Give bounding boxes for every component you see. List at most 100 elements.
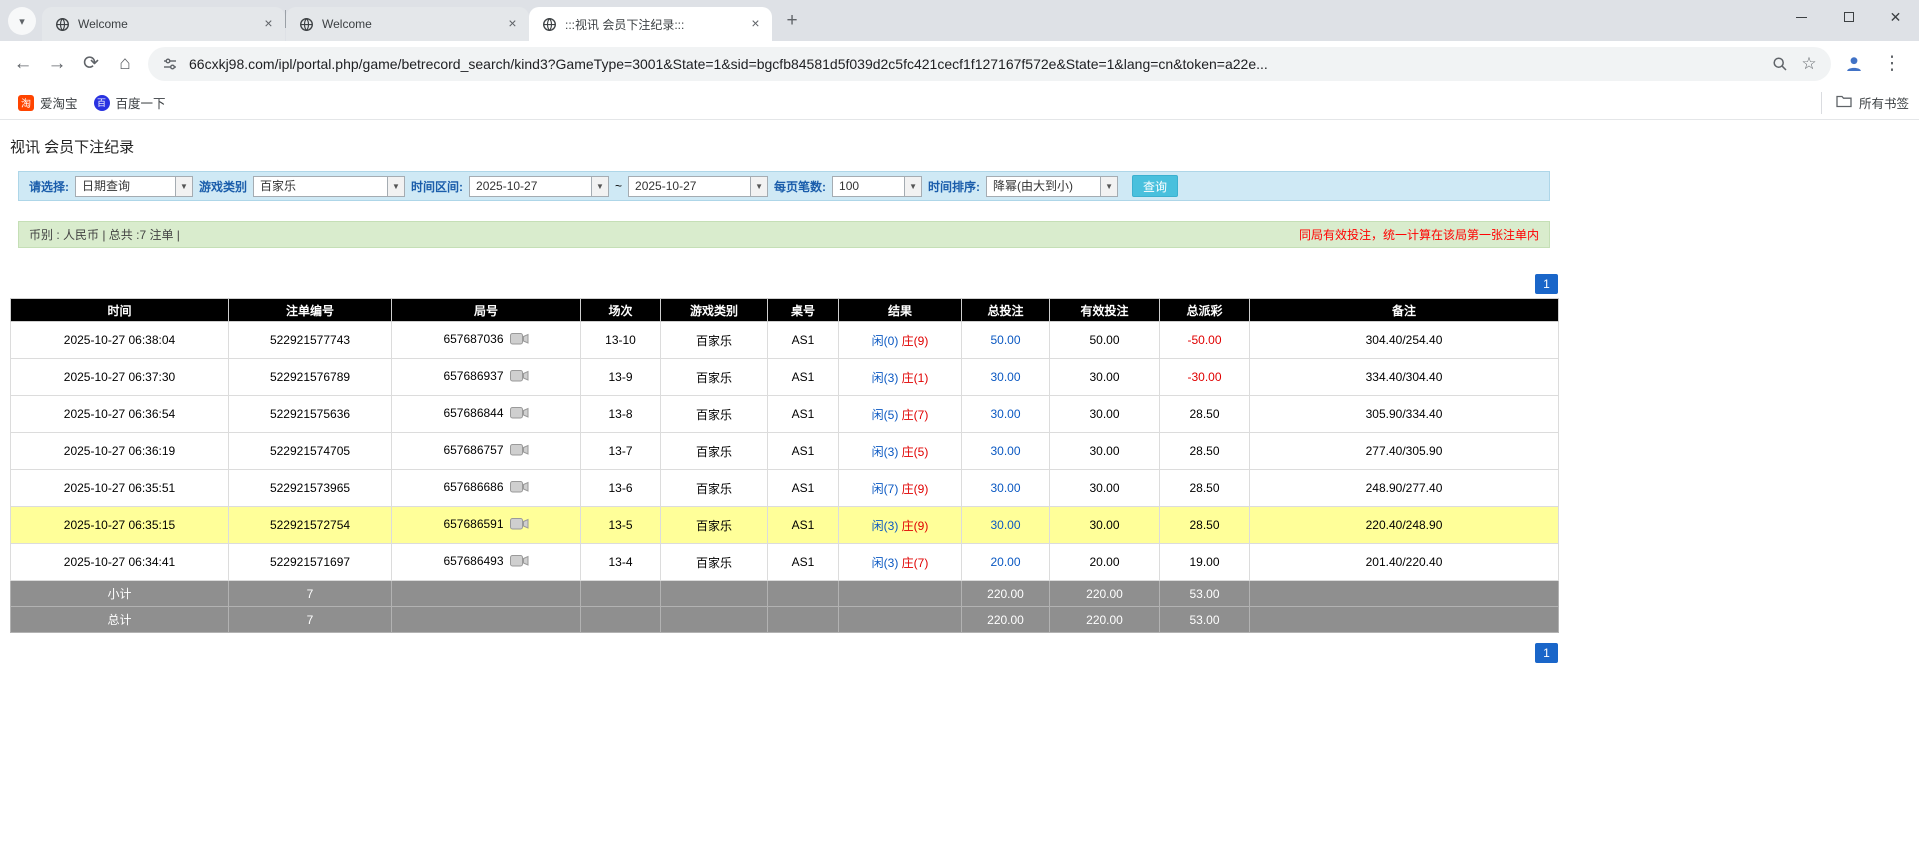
toolbar-right: ⋮: [1837, 47, 1913, 81]
table-row: 2025-10-27 06:36:19522921574705657686757…: [11, 433, 1559, 470]
cell-session: 13-8: [581, 396, 661, 433]
cell-payout: 28.50: [1160, 433, 1250, 470]
bookmark-baidu[interactable]: 百 百度一下: [86, 89, 174, 116]
maximize-button[interactable]: [1825, 0, 1872, 34]
tab-welcome-1[interactable]: Welcome ×: [42, 7, 285, 41]
pagination-bottom: 1: [10, 643, 1558, 663]
tab-welcome-2[interactable]: Welcome ×: [286, 7, 529, 41]
refresh-icon[interactable]: ⟳: [74, 47, 108, 81]
cell-total-bet[interactable]: 30.00: [962, 359, 1050, 396]
zoom-icon[interactable]: [1770, 54, 1790, 74]
baidu-icon: 百: [94, 95, 110, 111]
column-header: 总派彩: [1160, 299, 1250, 322]
tab-close-icon[interactable]: ×: [747, 16, 764, 33]
globe-icon: [541, 16, 557, 32]
cell-total-bet[interactable]: 30.00: [962, 433, 1050, 470]
chevron-down-icon[interactable]: ▼: [175, 177, 192, 196]
cell-game-type: 百家乐: [661, 544, 768, 581]
date-from-select[interactable]: 2025-10-27 ▼: [469, 176, 609, 197]
tab-betrecord-active[interactable]: :::视讯 会员下注纪录::: ×: [529, 7, 772, 41]
table-header-row: 时间注单编号局号场次游戏类别桌号结果总投注有效投注总派彩备注: [11, 299, 1559, 322]
tab-close-icon[interactable]: ×: [260, 16, 277, 33]
cell-note: 304.40/254.40: [1250, 322, 1559, 359]
video-replay-icon[interactable]: [510, 332, 529, 348]
chevron-down-icon[interactable]: ▼: [904, 177, 921, 196]
all-bookmarks-label: 所有书签: [1859, 93, 1909, 112]
new-tab-button[interactable]: +: [778, 7, 806, 35]
table-row: 2025-10-27 06:35:51522921573965657686686…: [11, 470, 1559, 507]
forward-icon[interactable]: →: [40, 47, 74, 81]
minimize-button[interactable]: [1778, 0, 1825, 34]
tab-bar: ▾ Welcome × Welcome × :::视讯 会员下注纪录::: × …: [0, 0, 1919, 41]
cell-session: 13-9: [581, 359, 661, 396]
cell-note: 334.40/304.40: [1250, 359, 1559, 396]
video-replay-icon[interactable]: [510, 369, 529, 385]
cell-game-type: 百家乐: [661, 359, 768, 396]
cell-total-bet[interactable]: 30.00: [962, 470, 1050, 507]
menu-kebab-icon[interactable]: ⋮: [1875, 47, 1909, 81]
address-bar[interactable]: 66cxkj98.com/ipl/portal.php/game/betreco…: [148, 47, 1831, 81]
cell-round-id: 657686844: [392, 396, 581, 433]
chevron-down-icon[interactable]: ▼: [387, 177, 404, 196]
cell-session: 13-10: [581, 322, 661, 359]
game-type-select[interactable]: 百家乐 ▼: [253, 176, 405, 197]
cell-round-id: 657686757: [392, 433, 581, 470]
bet-records-table: 时间注单编号局号场次游戏类别桌号结果总投注有效投注总派彩备注 2025-10-2…: [10, 298, 1559, 633]
back-icon[interactable]: ←: [6, 47, 40, 81]
video-replay-icon[interactable]: [510, 517, 529, 533]
cell-result: 闲(3) 庄(5): [839, 433, 962, 470]
cell-total-bet[interactable]: 50.00: [962, 322, 1050, 359]
table-row: 2025-10-27 06:34:41522921571697657686493…: [11, 544, 1559, 581]
column-header: 总投注: [962, 299, 1050, 322]
cell-game-type: 百家乐: [661, 507, 768, 544]
video-replay-icon[interactable]: [510, 554, 529, 570]
column-header: 局号: [392, 299, 581, 322]
home-icon[interactable]: ⌂: [108, 47, 142, 81]
tab-search-button[interactable]: ▾: [8, 7, 36, 35]
table-row: 2025-10-27 06:35:15522921572754657686591…: [11, 507, 1559, 544]
summary-count: 7: [229, 607, 392, 633]
bookmark-taobao[interactable]: 淘 爱淘宝: [10, 89, 86, 116]
chevron-down-icon[interactable]: ▼: [591, 177, 608, 196]
cell-note: 305.90/334.40: [1250, 396, 1559, 433]
cell-valid-bet: 30.00: [1050, 507, 1160, 544]
cell-total-bet[interactable]: 30.00: [962, 507, 1050, 544]
tab-close-icon[interactable]: ×: [504, 16, 521, 33]
page-number-button[interactable]: 1: [1535, 643, 1558, 663]
video-replay-icon[interactable]: [510, 480, 529, 496]
all-bookmarks-button[interactable]: 所有书签: [1821, 92, 1909, 114]
cell-payout: 19.00: [1160, 544, 1250, 581]
pagination-top: 1: [10, 274, 1558, 294]
video-replay-icon[interactable]: [510, 406, 529, 422]
summary-valid-bet: 220.00: [1050, 581, 1160, 607]
cell-session: 13-6: [581, 470, 661, 507]
url-text[interactable]: 66cxkj98.com/ipl/portal.php/game/betreco…: [189, 56, 1761, 72]
bookmark-star-icon[interactable]: ☆: [1799, 54, 1819, 74]
query-type-select[interactable]: 日期查询 ▼: [75, 176, 193, 197]
bookmark-label: 爱淘宝: [40, 93, 78, 112]
cell-time: 2025-10-27 06:34:41: [11, 544, 229, 581]
video-replay-icon[interactable]: [510, 443, 529, 459]
query-button[interactable]: 查询: [1132, 175, 1178, 197]
site-settings-tune-icon[interactable]: [160, 54, 180, 74]
close-button[interactable]: ✕: [1872, 0, 1919, 34]
cell-round-id: 657686937: [392, 359, 581, 396]
page-size-select[interactable]: 100 ▼: [832, 176, 922, 197]
chevron-down-icon[interactable]: ▼: [1100, 177, 1117, 196]
date-to-select[interactable]: 2025-10-27 ▼: [628, 176, 768, 197]
cell-total-bet[interactable]: 20.00: [962, 544, 1050, 581]
column-header: 时间: [11, 299, 229, 322]
cell-table-id: AS1: [768, 433, 839, 470]
sort-select[interactable]: 降幂(由大到小) ▼: [986, 176, 1118, 197]
cell-total-bet[interactable]: 30.00: [962, 396, 1050, 433]
page-number-button[interactable]: 1: [1535, 274, 1558, 294]
cell-round-id: 657686493: [392, 544, 581, 581]
column-header: 注单编号: [229, 299, 392, 322]
profile-avatar-icon[interactable]: [1837, 47, 1871, 81]
cell-table-id: AS1: [768, 396, 839, 433]
chevron-down-icon[interactable]: ▼: [750, 177, 767, 196]
date-range-label: 时间区间:: [411, 178, 463, 195]
cell-time: 2025-10-27 06:37:30: [11, 359, 229, 396]
cell-payout: -30.00: [1160, 359, 1250, 396]
cell-payout: 28.50: [1160, 396, 1250, 433]
